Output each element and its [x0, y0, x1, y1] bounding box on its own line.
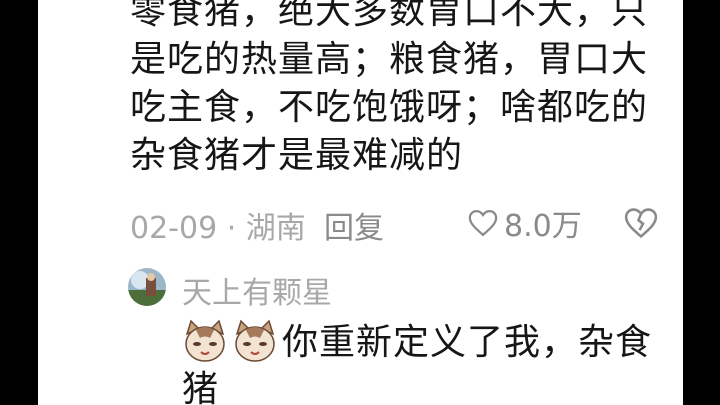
like-count: 8.0万: [504, 209, 582, 244]
reply-text-line: 猪: [182, 369, 219, 405]
comment-line: 杂食猪才是最难减的: [130, 135, 464, 176]
reply-text: 你重新定义了我，杂食: [182, 318, 662, 367]
reply-text-line: 你重新定义了我，杂食: [282, 322, 653, 363]
comment-date-location: 02-09 · 湖南: [130, 211, 306, 246]
reply-author-name[interactable]: 天上有颗星: [182, 268, 332, 312]
avatar-image: [128, 268, 166, 306]
comment-text: 零食猪，绝大多数胃口不大，只 是吃的热量高；粮食猪，胃口大 吃主食，不吃饱饿呀；…: [130, 0, 670, 180]
heart-icon: [468, 209, 498, 237]
comment-panel: 零食猪，绝大多数胃口不大，只 是吃的热量高；粮食猪，胃口大 吃主食，不吃饱饿呀；…: [38, 0, 683, 405]
reply-button[interactable]: 回复: [324, 203, 384, 247]
avatar[interactable]: [128, 268, 166, 306]
like-button[interactable]: 8.0万: [468, 203, 582, 244]
comment-line: 零食猪，绝大多数胃口不大，只: [130, 0, 649, 32]
cat-emoji-icon: [235, 319, 275, 362]
cat-emoji-icon: [185, 319, 225, 362]
comment-line: 吃主食，不吃饱饿呀；啥都吃的: [130, 87, 649, 128]
comment-line: 是吃的热量高；粮食猪，胃口大: [130, 39, 649, 80]
broken-heart-icon[interactable]: [624, 206, 658, 240]
